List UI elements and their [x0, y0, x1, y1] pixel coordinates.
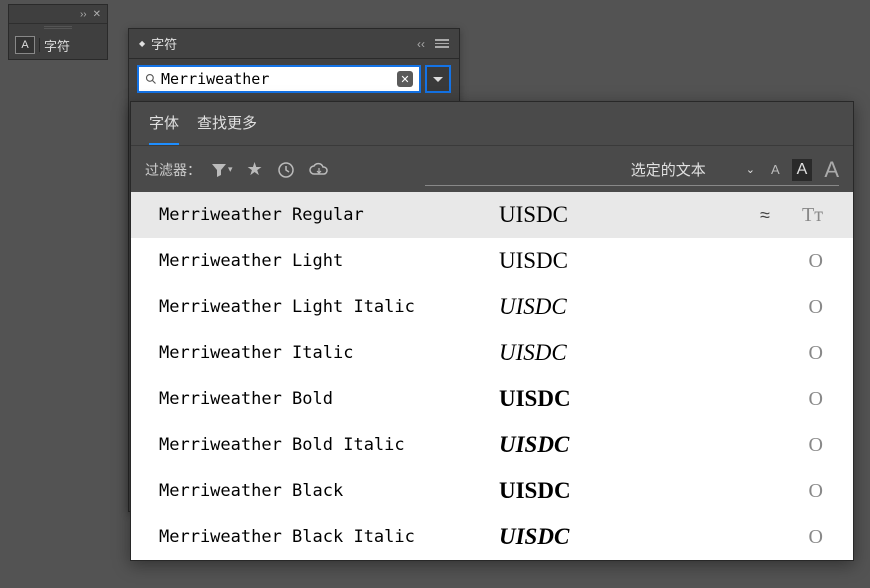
- font-similarity-badge: ≈: [745, 205, 785, 226]
- tab-fonts[interactable]: 字体: [149, 112, 179, 145]
- font-search-input[interactable]: [161, 70, 393, 88]
- font-sample-preview: UISDC: [499, 294, 745, 320]
- font-type-icon: O: [785, 388, 823, 411]
- font-dropdown-toggle[interactable]: [425, 65, 451, 93]
- filter-funnel-icon[interactable]: ▾: [211, 162, 233, 178]
- font-row[interactable]: Merriweather Bold ItalicUISDC O: [131, 422, 853, 468]
- cloud-sync-icon[interactable]: [309, 162, 329, 178]
- font-type-icon: O: [785, 480, 823, 503]
- expand-icon[interactable]: ››: [80, 9, 87, 20]
- font-name-label: Merriweather Light: [159, 251, 499, 271]
- font-sample-preview: UISDC: [499, 478, 745, 504]
- font-name-label: Merriweather Italic: [159, 343, 499, 363]
- separator: [39, 38, 40, 52]
- chevron-down-icon: [433, 77, 443, 82]
- font-list: Merriweather RegularUISDC≈TᴛMerriweather…: [131, 192, 853, 560]
- close-icon[interactable]: ✕: [93, 9, 101, 20]
- font-row[interactable]: Merriweather RegularUISDC≈Tᴛ: [131, 192, 853, 238]
- font-picker-dropdown: 字体 查找更多 过滤器： ▾ ★ 选定的文本 ⌄ A A A Merri: [130, 101, 854, 561]
- font-row[interactable]: Merriweather ItalicUISDC O: [131, 330, 853, 376]
- tool-panel-header: ›› ✕: [9, 5, 107, 23]
- font-name-label: Merriweather Black Italic: [159, 527, 499, 547]
- character-panel-button[interactable]: A 字符: [9, 31, 107, 59]
- recent-clock-icon[interactable]: [277, 161, 295, 179]
- panel-title: 字符: [151, 34, 177, 53]
- font-sample-preview: UISDC: [499, 524, 745, 550]
- clear-icon[interactable]: ✕: [397, 71, 413, 87]
- font-row[interactable]: Merriweather LightUISDC O: [131, 238, 853, 284]
- font-name-label: Merriweather Bold Italic: [159, 435, 499, 455]
- font-type-icon: Tᴛ: [785, 204, 823, 227]
- font-type-icon: O: [785, 526, 823, 549]
- tab-find-more[interactable]: 查找更多: [197, 112, 257, 145]
- font-type-icon: O: [785, 250, 823, 273]
- search-icon: [145, 73, 157, 85]
- character-icon: A: [15, 36, 35, 54]
- font-row[interactable]: Merriweather BoldUISDC O: [131, 376, 853, 422]
- drag-handle[interactable]: [9, 23, 107, 31]
- font-picker-tabs: 字体 查找更多: [131, 102, 853, 145]
- panel-tab-bar: ◆ 字符 ‹‹: [129, 29, 459, 59]
- font-row[interactable]: Merriweather BlackUISDC O: [131, 468, 853, 514]
- chevron-down-icon: ⌄: [746, 163, 755, 176]
- font-row[interactable]: Merriweather Black ItalicUISDC O: [131, 514, 853, 560]
- font-size-small[interactable]: A: [771, 162, 780, 177]
- font-type-icon: O: [785, 434, 823, 457]
- font-search-row: ✕: [129, 59, 459, 99]
- font-search-box[interactable]: ✕: [137, 65, 421, 93]
- font-name-label: Merriweather Bold: [159, 389, 499, 409]
- font-sample-preview: UISDC: [499, 432, 745, 458]
- font-size-large[interactable]: A: [824, 157, 839, 183]
- font-name-label: Merriweather Regular: [159, 205, 499, 225]
- collapse-icon[interactable]: ‹‹: [417, 37, 425, 51]
- sample-text-label: 选定的文本: [631, 159, 706, 180]
- tool-panel: ›› ✕ A 字符: [8, 4, 108, 60]
- font-type-icon: O: [785, 296, 823, 319]
- font-name-label: Merriweather Black: [159, 481, 499, 501]
- font-size-medium[interactable]: A: [792, 159, 813, 181]
- favorite-star-icon[interactable]: ★: [247, 159, 263, 180]
- sample-text-select[interactable]: 选定的文本 ⌄: [627, 156, 759, 183]
- menu-icon[interactable]: [435, 37, 449, 51]
- font-row[interactable]: Merriweather Light ItalicUISDC O: [131, 284, 853, 330]
- font-sample-preview: UISDC: [499, 248, 745, 274]
- divider: [145, 185, 839, 186]
- font-sample-preview: UISDC: [499, 386, 745, 412]
- font-sample-preview: UISDC: [499, 340, 745, 366]
- filter-row: 过滤器： ▾ ★ 选定的文本 ⌄ A A A: [131, 145, 853, 183]
- font-sample-preview: UISDC: [499, 202, 745, 228]
- bullet-icon: ◆: [139, 39, 145, 48]
- font-name-label: Merriweather Light Italic: [159, 297, 499, 317]
- filter-label: 过滤器：: [145, 160, 201, 180]
- character-label: 字符: [44, 36, 70, 55]
- font-type-icon: O: [785, 342, 823, 365]
